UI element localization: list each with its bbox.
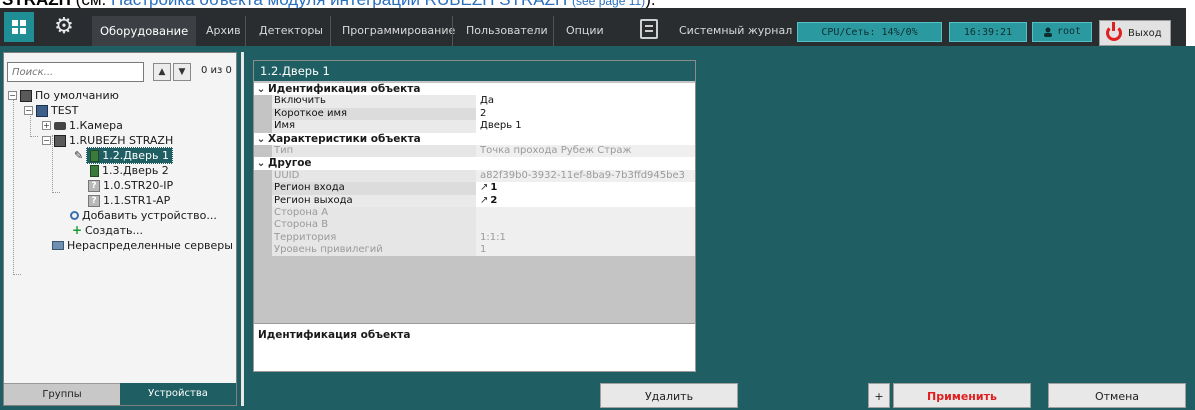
tab-devices[interactable]: Устройства <box>120 383 236 405</box>
tab-separator <box>330 16 331 46</box>
tree-node-str20[interactable]: ? 1.0.STR20-IP <box>88 178 173 193</box>
caption-link[interactable]: Настройка объекта модуля интеграции RUBE… <box>111 0 567 8</box>
property-value[interactable]: ↗ 2 <box>476 194 695 207</box>
property-row-short-name[interactable]: Короткое имя 2 <box>254 107 695 121</box>
page-edge <box>1186 8 1195 46</box>
property-row-side-b: Сторона В <box>254 219 695 232</box>
unknown-device-icon: ? <box>88 179 100 192</box>
link-icon: ↗ <box>480 182 489 194</box>
group-icon <box>20 89 32 102</box>
section-characteristics[interactable]: ⌄ Характеристики объекта <box>254 132 695 145</box>
selected-node-label: 1.2.Дверь 1 <box>86 147 174 164</box>
property-row-type: Тип Точка прохода Рубеж Страж <box>254 144 695 158</box>
door-icon <box>90 150 100 162</box>
tree-node-root[interactable]: − По умолчанию <box>8 88 119 103</box>
layout-grid-button[interactable] <box>4 12 34 42</box>
property-grid: ⌄ Идентификация объекта Включить Да Коротк… <box>254 83 695 257</box>
tree-node-camera[interactable]: + 1.Камера <box>42 118 123 133</box>
add-button[interactable]: + <box>868 383 890 408</box>
tab-archive[interactable]: Архив <box>198 16 249 46</box>
document-caption: STRAZH (см. Настройка объекта модуля инт… <box>0 0 1195 8</box>
system-journal-link[interactable]: Системный журнал <box>671 16 800 46</box>
property-value[interactable]: Да <box>476 95 695 108</box>
tree-connector <box>13 95 21 275</box>
property-row-privilege: Уровень привилегий 1 <box>254 244 695 257</box>
tree-node-unassigned[interactable]: Нераспределенные серверы <box>52 238 233 253</box>
collapse-icon[interactable]: − <box>24 106 33 115</box>
tab-separator <box>245 16 246 46</box>
tab-programming[interactable]: Программирование <box>334 16 463 46</box>
grid-icon <box>12 20 26 34</box>
property-value[interactable]: Дверь 1 <box>476 120 695 133</box>
collapse-icon[interactable]: − <box>8 91 17 100</box>
tree-node-door2[interactable]: 1.3.Дверь 2 <box>90 163 169 178</box>
plus-icon: + <box>72 223 83 237</box>
property-row-side-a: Сторона А <box>254 206 695 220</box>
property-row-region-in[interactable]: Регион входа ↗ 1 <box>254 182 695 195</box>
chevron-down-icon: ⌄ <box>256 83 266 95</box>
search-counter: 0 из 0 <box>201 65 232 76</box>
tree-node-add-device[interactable]: Добавить устройство... <box>70 208 217 223</box>
logout-button[interactable]: Выход <box>1099 20 1171 46</box>
search-icon <box>70 211 79 220</box>
tree-node-str1[interactable]: ? 1.1.STR1-AP <box>88 193 170 208</box>
server-icon <box>36 104 48 117</box>
tab-equipment[interactable]: Оборудование <box>92 16 197 46</box>
expand-icon[interactable]: + <box>42 121 51 130</box>
user-icon <box>1043 27 1052 37</box>
tree-node-server[interactable]: − TEST <box>24 103 78 118</box>
panel-tabs: Группы Устройства <box>4 383 236 405</box>
chevron-down-icon: ⌄ <box>256 157 266 170</box>
property-value[interactable]: 2 <box>476 107 695 121</box>
controller-icon <box>54 134 66 147</box>
section-other[interactable]: ⌄ Другое <box>254 157 695 170</box>
tree-node-create[interactable]: + Создать... <box>72 223 143 238</box>
property-value[interactable]: ↗ 1 <box>476 182 695 195</box>
tab-groups[interactable]: Группы <box>4 383 120 405</box>
collapse-icon[interactable]: − <box>42 136 51 145</box>
gear-icon[interactable]: ⚙ <box>52 15 76 39</box>
property-description: Идентификация объекта <box>253 323 696 372</box>
property-row-name[interactable]: Имя Дверь 1 <box>254 120 695 133</box>
property-row-region-out[interactable]: Регион выхода ↗ 2 <box>254 194 695 207</box>
search-row: ▲ ▼ 0 из 0 <box>7 62 235 84</box>
unknown-device-icon: ? <box>88 194 100 207</box>
search-input[interactable] <box>7 62 144 82</box>
top-navigation-bar: ⚙ Оборудование Архив Детекторы Программи… <box>0 8 1195 46</box>
tab-separator <box>553 16 554 46</box>
camera-icon <box>54 121 66 130</box>
tab-options[interactable]: Опции <box>558 16 612 46</box>
logout-label: Выход <box>1128 27 1162 39</box>
section-identification[interactable]: ⌄ Идентификация объекта <box>254 83 695 96</box>
property-row-territory: Территория 1:1:1 <box>254 231 695 245</box>
device-tree-panel: ▲ ▼ 0 из 0 − По умолчанию − TEST + 1.Кам… <box>3 52 237 406</box>
pencil-icon: ✎ <box>74 149 84 162</box>
clock: 16:39:21 <box>949 22 1027 42</box>
delete-button[interactable]: Удалить <box>600 383 738 408</box>
chevron-down-icon: ⌄ <box>256 132 266 145</box>
tab-users[interactable]: Пользователи <box>458 16 556 46</box>
properties-title: 1.2.Дверь 1 <box>254 61 695 81</box>
cpu-network-status: CPU/Сеть: 14%/0% <box>797 22 942 42</box>
tab-separator <box>452 16 453 46</box>
user-badge[interactable]: root <box>1032 22 1092 42</box>
search-next-button[interactable]: ▼ <box>173 63 191 81</box>
user-name: root <box>1056 26 1082 37</box>
search-prev-button[interactable]: ▲ <box>153 63 171 81</box>
door-icon <box>90 164 99 177</box>
tree-node-rubezh[interactable]: − 1.RUBEZH STRAZH <box>42 133 173 148</box>
monitor-icon <box>52 241 64 250</box>
tree-node-door1[interactable]: ✎ 1.2.Дверь 1 <box>74 147 174 164</box>
power-icon <box>1106 22 1122 41</box>
property-row-uuid: UUID a82f39b0-3932-11ef-8ba9-7b3ffd945be3 <box>254 169 695 183</box>
panel-splitter[interactable] <box>241 52 244 406</box>
link-icon: ↗ <box>480 194 489 206</box>
cancel-button[interactable]: Отмена <box>1048 383 1186 408</box>
apply-button[interactable]: Применить <box>893 383 1031 408</box>
property-row-enable[interactable]: Включить Да <box>254 95 695 108</box>
tab-detectors[interactable]: Детекторы <box>251 16 331 46</box>
journal-icon[interactable] <box>640 19 658 39</box>
